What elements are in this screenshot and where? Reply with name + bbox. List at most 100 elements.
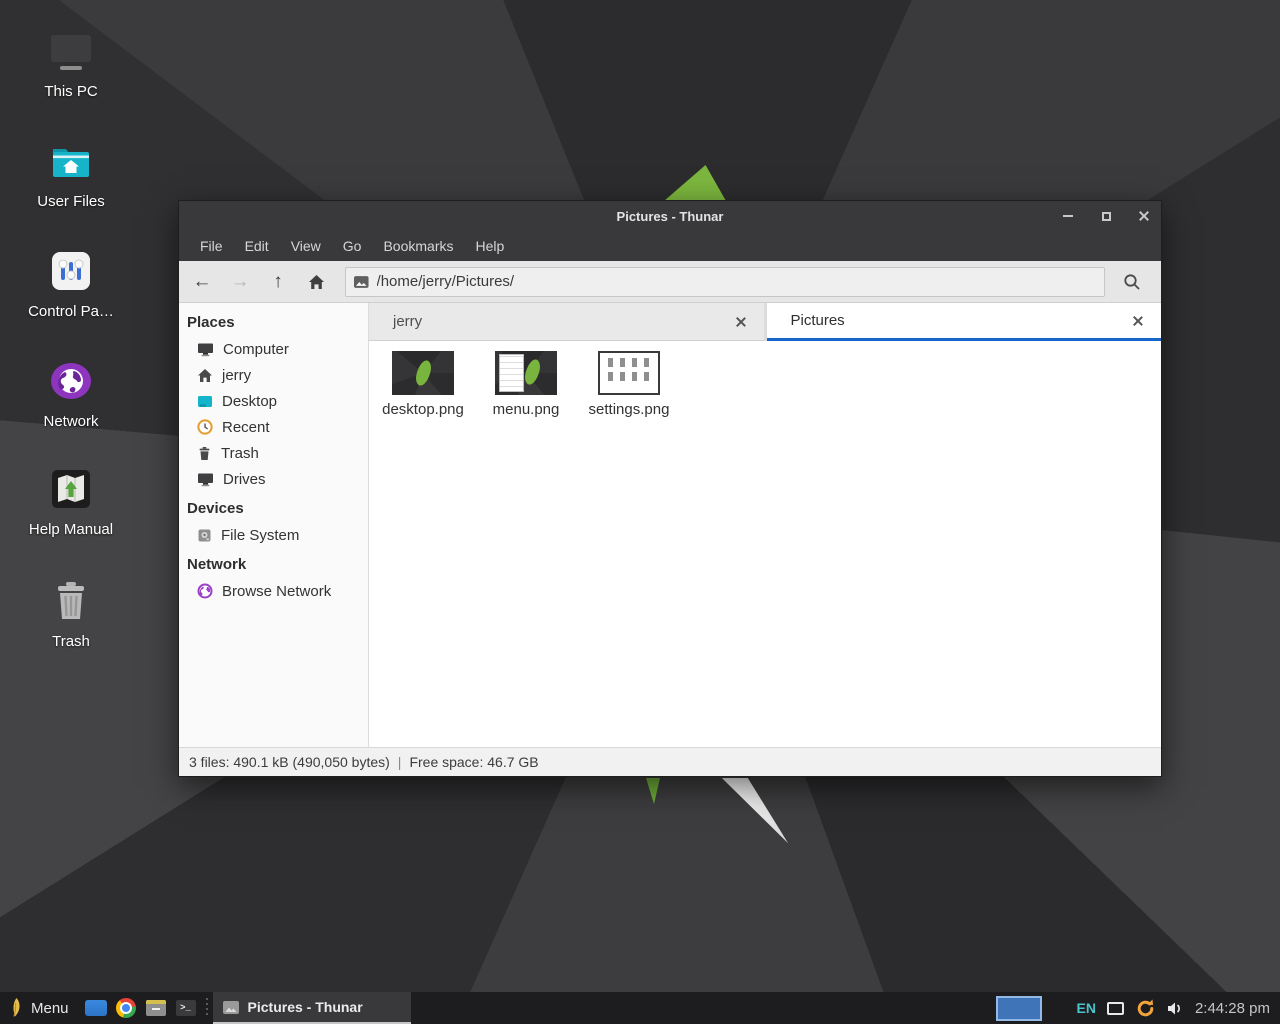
- image-thumbnail: [392, 351, 454, 395]
- file-name: menu.png: [478, 401, 574, 418]
- desktop-icon-control-panel[interactable]: Control Pa…: [16, 246, 126, 320]
- sidebar-item-label: Drives: [223, 471, 266, 488]
- terminal-icon: >_: [176, 1000, 196, 1016]
- sidebar-heading-network: Network: [179, 552, 368, 578]
- desktop-icon-help-manual[interactable]: Help Manual: [16, 464, 126, 538]
- desktop-icon-label: User Files: [16, 193, 126, 210]
- status-separator: |: [398, 754, 402, 770]
- back-button[interactable]: ←: [183, 265, 221, 299]
- browse-network-icon: [197, 583, 213, 599]
- wallpaper-logo-green-triangle: [664, 165, 726, 201]
- launcher-blue-window[interactable]: [81, 992, 111, 1024]
- sidebar-item-desktop[interactable]: Desktop: [179, 388, 368, 414]
- search-icon: [1122, 272, 1142, 292]
- forward-button[interactable]: →: [221, 265, 259, 299]
- menu-view[interactable]: View: [280, 231, 332, 261]
- sidebar-item-jerry[interactable]: jerry: [179, 362, 368, 388]
- sidebar-item-drives[interactable]: Drives: [179, 466, 368, 492]
- path-input[interactable]: [377, 273, 1096, 290]
- search-button[interactable]: [1111, 265, 1153, 299]
- system-tray: EN 2:44:28 pm: [1076, 998, 1280, 1019]
- sidebar-item-file-system[interactable]: File System: [179, 522, 368, 548]
- status-bar: 3 files: 490.1 kB (490,050 bytes) | Free…: [179, 747, 1161, 776]
- sidebar-heading-places: Places: [179, 310, 368, 336]
- launcher-terminal[interactable]: >_: [171, 992, 201, 1024]
- menu-button-label: Menu: [31, 1000, 69, 1017]
- workspace-switcher[interactable]: [996, 996, 1042, 1021]
- sidebar-item-label: Trash: [221, 445, 259, 462]
- image-thumbnail: [495, 351, 557, 395]
- file-pane[interactable]: desktop.png menu.png settings.png: [369, 341, 1161, 747]
- wallpaper-logo-green-stem: [645, 778, 665, 804]
- home-button[interactable]: [297, 265, 335, 299]
- tab-pictures[interactable]: Pictures: [767, 303, 1162, 341]
- control-panel-icon: [16, 246, 126, 296]
- menu-bookmarks[interactable]: Bookmarks: [372, 231, 464, 261]
- desktop-icon-label: Control Pa…: [16, 303, 126, 320]
- image-file-icon: [354, 276, 369, 288]
- file-item-settings-png[interactable]: settings.png: [581, 351, 677, 418]
- sidebar-item-label: Recent: [222, 419, 270, 436]
- sidebar-item-browse-network[interactable]: Browse Network: [179, 578, 368, 604]
- sidebar-item-trash[interactable]: Trash: [179, 440, 368, 466]
- file-item-desktop-png[interactable]: desktop.png: [375, 351, 471, 418]
- tab-jerry[interactable]: jerry: [369, 303, 764, 341]
- clock[interactable]: 2:44:28 pm: [1195, 1000, 1270, 1017]
- computer-icon: [197, 341, 214, 357]
- menubar: File Edit View Go Bookmarks Help: [179, 231, 1161, 261]
- desktop-icon-label: Trash: [16, 633, 126, 650]
- menu-button[interactable]: Menu: [0, 992, 81, 1024]
- desktop-icon-trash[interactable]: Trash: [16, 576, 126, 650]
- menu-edit[interactable]: Edit: [234, 231, 280, 261]
- display-tray-icon[interactable]: [1107, 1002, 1124, 1015]
- trash-icon: [197, 446, 212, 461]
- home-folder-icon: [16, 136, 126, 186]
- toolbar: ← → ↑: [179, 261, 1161, 303]
- desktop-icon-this-pc[interactable]: This PC: [16, 26, 126, 100]
- close-button[interactable]: [1137, 209, 1151, 223]
- wallpaper-logo-white-quill: [719, 778, 791, 846]
- desktop-icon-network[interactable]: Network: [16, 356, 126, 430]
- tab-label: Pictures: [791, 312, 1130, 329]
- sidebar: Places Computer jerry Desktop Recent: [179, 303, 369, 747]
- window-titlebar[interactable]: Pictures - Thunar: [179, 201, 1161, 231]
- file-item-menu-png[interactable]: menu.png: [478, 351, 574, 418]
- sidebar-item-recent[interactable]: Recent: [179, 414, 368, 440]
- launcher-chrome[interactable]: [111, 992, 141, 1024]
- sidebar-item-label: jerry: [222, 367, 251, 384]
- volume-icon[interactable]: [1167, 1001, 1184, 1016]
- desktop-icon: [197, 394, 213, 409]
- path-bar[interactable]: [345, 267, 1105, 297]
- network-globe-icon: [16, 356, 126, 406]
- blue-window-icon: [85, 1000, 107, 1016]
- menu-help[interactable]: Help: [465, 231, 516, 261]
- launcher-file-cabinet[interactable]: [141, 992, 171, 1024]
- menu-file[interactable]: File: [189, 231, 234, 261]
- sidebar-item-label: Computer: [223, 341, 289, 358]
- drives-icon: [197, 471, 214, 487]
- file-system-icon: [197, 528, 212, 543]
- sidebar-item-label: Browse Network: [222, 583, 331, 600]
- keyboard-layout-indicator[interactable]: EN: [1076, 1000, 1095, 1016]
- up-button[interactable]: ↑: [259, 265, 297, 299]
- desktop-icon-label: This PC: [16, 83, 126, 100]
- help-manual-icon: [16, 464, 126, 514]
- maximize-button[interactable]: [1099, 209, 1113, 223]
- window-title: Pictures - Thunar: [179, 209, 1161, 224]
- sidebar-heading-devices: Devices: [179, 496, 368, 522]
- desktop-icon-user-files[interactable]: User Files: [16, 136, 126, 210]
- taskbar: Menu >_ Pictures - Thunar EN 2:44:28 pm: [0, 992, 1280, 1024]
- image-thumbnail: [598, 351, 660, 395]
- tab-label: jerry: [393, 313, 732, 330]
- menu-go[interactable]: Go: [332, 231, 373, 261]
- tab-close-icon[interactable]: [732, 313, 750, 331]
- thunar-window: Pictures - Thunar File Edit View Go Book…: [178, 200, 1162, 777]
- sidebar-item-computer[interactable]: Computer: [179, 336, 368, 362]
- image-file-icon: [223, 1001, 239, 1014]
- computer-icon: [16, 26, 126, 76]
- update-refresh-icon[interactable]: [1135, 998, 1156, 1019]
- status-files-text: 3 files: 490.1 kB (490,050 bytes): [189, 754, 390, 770]
- tab-close-icon[interactable]: [1129, 312, 1147, 330]
- task-button-pictures-thunar[interactable]: Pictures - Thunar: [213, 992, 411, 1024]
- minimize-button[interactable]: [1061, 209, 1075, 223]
